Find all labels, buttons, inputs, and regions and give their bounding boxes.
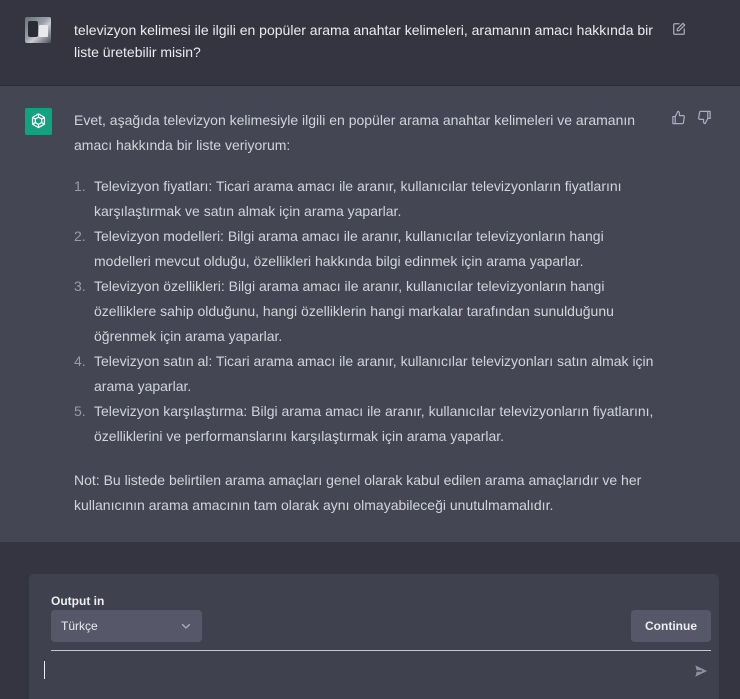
chevron-down-icon xyxy=(181,623,191,629)
assistant-message-body: Evet, aşağıda televizyon kelimesiyle ilg… xyxy=(74,108,660,518)
user-message: televizyon kelimesi ile ilgili en popüle… xyxy=(0,0,740,86)
prompt-input[interactable] xyxy=(43,656,673,684)
composer-panel: Output in Türkçe Continue xyxy=(29,574,719,699)
list-item: 4. Televizyon satın al: Ticari arama amac… xyxy=(74,353,654,394)
composer-divider xyxy=(51,650,711,651)
user-avatar xyxy=(25,17,51,43)
list-item: 1. Televizyon fiyatları: Ticari arama ama… xyxy=(74,178,622,219)
assistant-intro: Evet, aşağıda televizyon kelimesiyle ilg… xyxy=(74,112,636,153)
language-select-value: Türkçe xyxy=(61,619,98,633)
list-item: 2. Televizyon modelleri: Bilgi arama amac… xyxy=(74,228,604,269)
thumbs-up-icon[interactable] xyxy=(671,110,686,125)
openai-logo-icon xyxy=(25,108,52,135)
list-item: 3. Televizyon özellikleri: Bilgi arama am… xyxy=(74,278,614,344)
output-in-label: Output in xyxy=(51,594,105,608)
text-caret xyxy=(44,661,45,679)
edit-icon[interactable] xyxy=(672,22,686,36)
composer-area: Output in Türkçe Continue xyxy=(0,542,740,699)
assistant-message: Evet, aşağıda televizyon kelimesiyle ilg… xyxy=(0,86,740,542)
language-select[interactable]: Türkçe xyxy=(51,610,202,642)
assistant-note: Not: Bu listede belirtilen arama amaçlar… xyxy=(74,472,642,513)
user-message-text: televizyon kelimesi ile ilgili en popüle… xyxy=(74,22,653,60)
keyword-list: 1. Televizyon fiyatları: Ticari arama ama… xyxy=(74,174,660,449)
list-item: 5. Televizyon karşılaştırma: Bilgi arama … xyxy=(74,403,654,444)
thumbs-down-icon[interactable] xyxy=(697,110,712,125)
send-icon[interactable] xyxy=(694,664,708,678)
continue-button[interactable]: Continue xyxy=(631,610,711,642)
